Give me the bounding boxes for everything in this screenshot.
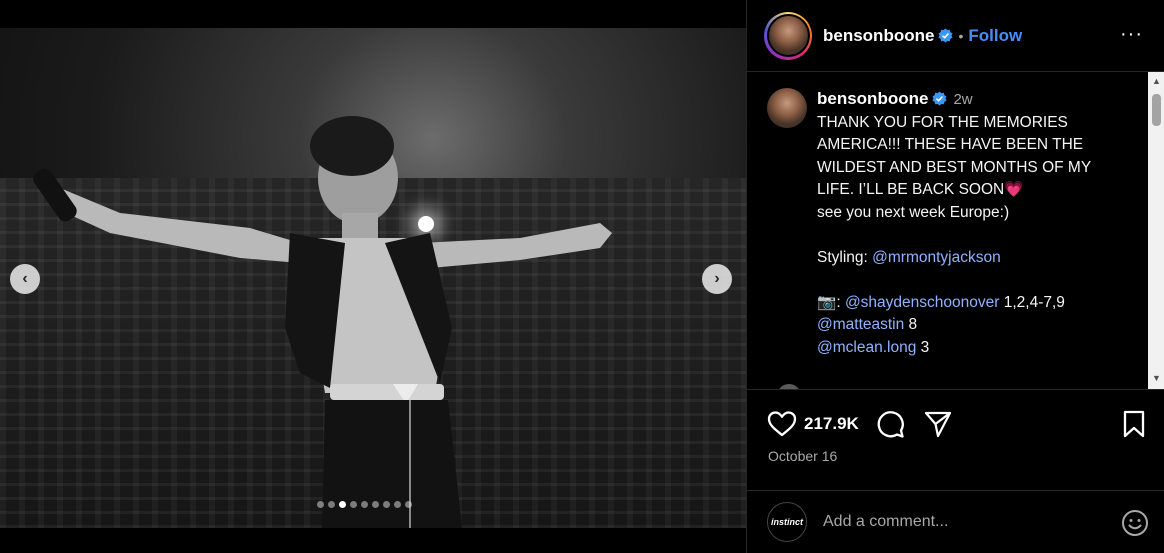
performer-silhouette [33,116,612,528]
mention-link[interactable]: @matteastin [817,316,904,333]
caption-avatar[interactable] [767,88,807,128]
mention-link[interactable]: @mrmontyjackson [872,249,1001,266]
post-side-panel: bensonboone • Follow ··· bensonboone 2w … [746,0,1164,553]
heart-icon [767,411,797,437]
slide-dot[interactable] [339,501,346,508]
credit-detail: 3 [916,338,930,356]
post-date[interactable]: October 16 [768,448,837,464]
scrollbar-thumb[interactable] [1152,94,1161,126]
mention-link[interactable]: @mclean.long [817,339,916,356]
caption-line: THANK YOU FOR THE MEMORIES AMERICA!!! TH… [817,113,1091,199]
slide-dot[interactable] [361,501,368,508]
commenter-avatar[interactable]: instinct [767,502,807,542]
header-separator: • [958,27,964,44]
post-caption: bensonboone 2w THANK YOU FOR THE MEMORIE… [767,88,1147,359]
chevron-right-icon: › [714,270,720,287]
comments-scrollbar[interactable]: ▲ ▼ [1148,72,1164,389]
caption-text: THANK YOU FOR THE MEMORIES AMERICA!!! TH… [817,112,1117,360]
comment-button[interactable] [875,409,905,439]
like-button[interactable] [767,409,797,439]
slide-dot[interactable] [383,501,390,508]
follow-button[interactable]: Follow [968,26,1022,46]
post-timestamp[interactable]: 2w [953,91,972,108]
story-ring-avatar[interactable] [764,11,812,60]
next-slide-button[interactable]: › [702,264,732,294]
save-button[interactable] [1119,409,1149,439]
credit-detail: 1,2,4-7,9 [999,293,1065,311]
emoji-icon[interactable] [1121,509,1149,537]
chevron-left-icon: ‹ [22,270,28,287]
slide-dot[interactable] [405,501,412,508]
styling-label: Styling: [817,248,873,266]
camera-emoji: 📷 [817,293,837,311]
post-actions: 217.9K October 16 [747,390,1164,490]
author-username[interactable]: bensonboone [823,26,934,46]
more-options-icon[interactable]: ··· [1120,24,1143,44]
caption-line: see you next week Europe:) [817,203,1010,221]
like-count[interactable]: 217.9K [804,414,859,434]
share-button[interactable] [923,409,953,439]
comment-input[interactable] [823,513,1093,531]
previous-slide-button[interactable]: ‹ [10,264,40,294]
paper-plane-icon [924,411,951,438]
slide-dot[interactable] [372,501,379,508]
verified-badge-icon [938,28,953,43]
post-media: ‹ › [0,0,746,553]
slide-dot[interactable] [350,501,357,508]
scroll-down-arrow-icon[interactable]: ▼ [1151,373,1162,384]
credit-detail: 8 [904,316,918,333]
slide-dot[interactable] [317,501,324,508]
slide-indicator [317,501,412,508]
bookmark-icon [1123,410,1145,438]
avatar [768,16,808,55]
verified-badge-icon [932,91,947,106]
heart-emoji: 💗 [1004,181,1024,198]
slide-dot[interactable] [394,501,401,508]
caption-username[interactable]: bensonboone [817,89,928,108]
scroll-up-arrow-icon[interactable]: ▲ [1151,76,1162,87]
slide-dot[interactable] [328,501,335,508]
add-comment-bar: instinct [747,490,1164,553]
mention-link[interactable]: @shaydenschoonover [845,294,999,311]
comments-section: bensonboone 2w THANK YOU FOR THE MEMORIE… [747,72,1164,390]
comment-icon [877,411,904,438]
post-photo[interactable] [0,28,746,528]
post-header: bensonboone • Follow ··· [747,0,1164,72]
